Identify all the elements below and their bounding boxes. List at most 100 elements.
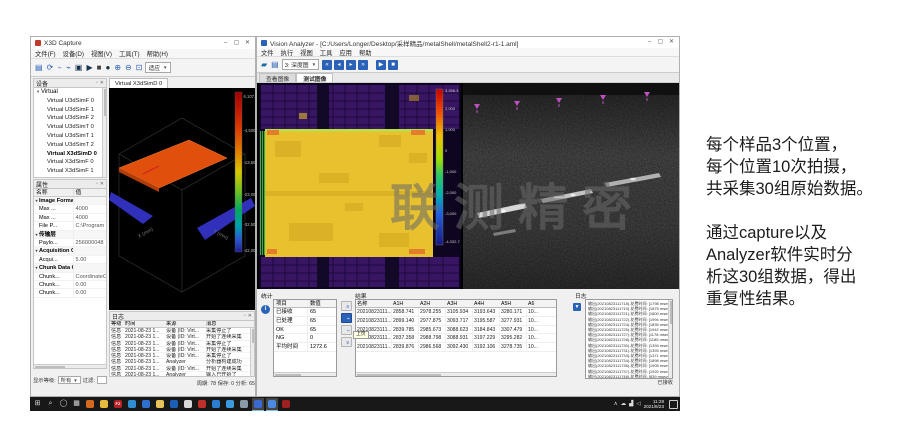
browser-blue[interactable] — [210, 398, 222, 411]
menu-item[interactable]: 视图 — [300, 48, 313, 57]
result-row[interactable]: 20210823111... 2839.785 2985.673 3088.62… — [356, 326, 556, 335]
menu-item[interactable]: 文件 — [261, 48, 274, 57]
last-page-button[interactable]: » — [341, 337, 352, 347]
viewport-tab[interactable]: Virtual X3dSimD 0 — [109, 78, 168, 88]
log-row[interactable]: 信息 2021-08-23 1... Analyzer 输入已开始了 — [110, 372, 254, 377]
log-scrollbar[interactable] — [250, 328, 254, 376]
result-row[interactable]: 20210823111... 2837.358 2988.798 3088.93… — [356, 334, 556, 343]
stats-scrollbar[interactable] — [274, 372, 336, 376]
device-tree-item[interactable]: Virtual X3dSimF 1 — [34, 167, 106, 176]
minimize-button[interactable]: – — [220, 38, 231, 49]
log-filter-icon[interactable]: ▼ — [573, 303, 581, 311]
Acquisition Control[interactable]: ▾ Acquisition Control — [34, 247, 106, 255]
page-up-button[interactable]: ‹ — [341, 313, 352, 323]
zoom-mode-dropdown[interactable]: 适应 ▼ — [145, 62, 170, 73]
next-frame-button[interactable]: ▸ — [346, 60, 356, 70]
tree-expand-icon[interactable]: ▾ — [37, 89, 39, 94]
results-scrollbar[interactable] — [356, 372, 556, 376]
task-view-button[interactable]: ▦ — [71, 398, 82, 410]
device-tree-item[interactable]: Virtual X3dSimD 0 — [34, 150, 106, 159]
Image Format Control[interactable]: ▾ Image Format Control — [34, 197, 106, 205]
device-tree-root[interactable]: ▾ Virtual — [34, 88, 106, 97]
photos-app[interactable] — [140, 398, 152, 411]
app-gray[interactable] — [238, 398, 250, 411]
result-row[interactable]: 20210823111... 2839.876 2986.568 3092.43… — [356, 343, 556, 352]
Paylo...[interactable]: ▾ Paylo... 256000048 — [34, 239, 106, 247]
device-tree-item[interactable]: Virtual U3dSimF 1 — [34, 106, 106, 115]
network-icon[interactable]: ▟ — [629, 398, 633, 410]
onedrive-icon[interactable]: ☁ — [621, 398, 627, 410]
outlook-app[interactable] — [168, 398, 180, 411]
app-dark-red[interactable] — [280, 398, 292, 411]
depth-heatmap-image[interactable]: 3,266.3 2,000 1,000 0 -1,000 -2,000 -3,0… — [259, 83, 461, 289]
volume-icon[interactable]: ◁ — [636, 398, 640, 410]
menu-item[interactable]: 设备(D) — [63, 49, 84, 58]
save-icon[interactable]: ▤ — [35, 63, 43, 72]
Max ...[interactable]: ▾ Max ... 4000 — [34, 205, 106, 213]
last-frame-button[interactable]: » — [358, 60, 368, 70]
device-tree-item[interactable]: Virtual X3dSimF 0 — [34, 158, 106, 167]
Acqui...[interactable]: ▾ Acqui... 5.00 — [34, 256, 106, 264]
action-center-icon[interactable] — [669, 400, 678, 409]
analyzer-titlebar[interactable]: Vision Analyzer - [C:/Users/Longer/Deskt… — [257, 37, 679, 48]
File P...[interactable]: ▾ File P... C:\Program Fil... — [34, 222, 106, 230]
zoom-fit-icon[interactable]: ⊡ — [136, 63, 143, 72]
Chunk Data Control[interactable]: ▾ Chunk Data Control — [34, 264, 106, 272]
device-tree-item[interactable]: Virtual U3dSimF 2 — [34, 114, 106, 123]
device-tree-item[interactable]: Virtual U3dSimT 2 — [34, 141, 106, 150]
panel-float-icon[interactable]: ▫ — [96, 181, 98, 187]
Chunk...[interactable]: ▾ Chunk... 0.00 — [34, 289, 106, 297]
x3d-capture-task[interactable] — [252, 398, 264, 411]
app-orange[interactable] — [84, 398, 96, 411]
menu-item[interactable]: 工具(T) — [119, 49, 140, 58]
record-icon[interactable]: ● — [105, 63, 110, 72]
analyzer-log-line[interactable]: 输出(20210823111728)-花费时间: [1185 msecs] — [588, 337, 668, 342]
vision-analyzer-task[interactable] — [266, 398, 278, 411]
panel-float-icon[interactable]: ▫ — [244, 313, 246, 319]
tab-test-image[interactable]: 测试图像 — [296, 73, 333, 82]
tree-scrollbar[interactable] — [102, 88, 106, 177]
disconnect-icon[interactable]: ⌁ — [66, 63, 71, 72]
properties-scrollbar[interactable] — [34, 364, 106, 368]
result-row[interactable]: 20210823111... 2899.140 2977.875 3093.71… — [356, 317, 556, 326]
analyzer-log-line[interactable]: 输出(20210823111748)-花费时间: [839 msecs] — [588, 374, 668, 379]
minimize-button[interactable]: – — [644, 37, 655, 48]
maximize-button[interactable]: ▢ — [231, 38, 242, 49]
panel-close-icon[interactable]: ✕ — [100, 181, 104, 187]
menu-item[interactable]: 执行 — [281, 48, 294, 57]
analyzer-log-line[interactable]: 输出(20210823111721)-花费时间: [1800 msecs] — [588, 311, 668, 316]
zoom-out-icon[interactable]: ⊖ — [125, 63, 132, 72]
Max ...[interactable]: ▾ Max ... 4000 — [34, 214, 106, 222]
device-tree-item[interactable]: Virtual U3dSimT 0 — [34, 123, 106, 132]
page-down-button[interactable]: › — [341, 325, 352, 335]
start-button[interactable]: ⊞ — [32, 398, 43, 410]
menu-item[interactable]: 文件(F) — [35, 49, 56, 58]
menu-item[interactable]: 应用 — [339, 48, 352, 57]
first-page-button[interactable]: « — [341, 301, 352, 311]
camera-icon[interactable]: ▣ — [75, 63, 83, 72]
传输层[interactable]: ▾ 传输层 — [34, 231, 106, 239]
stats-row[interactable]: 已处理 65 — [274, 317, 336, 326]
analyzer-log-scrollbar[interactable] — [668, 300, 672, 378]
refresh-icon[interactable]: ⟳ — [47, 63, 54, 72]
open-folder-icon[interactable]: ▰ — [261, 60, 267, 69]
browser-blue-2[interactable] — [224, 398, 236, 411]
run-button[interactable]: ▶ — [376, 60, 386, 70]
capture-titlebar[interactable]: X3D Capture – ▢ ✕ — [31, 37, 255, 49]
edge-browser[interactable] — [126, 398, 138, 411]
app-red[interactable] — [196, 398, 208, 411]
menu-item[interactable]: 视图(V) — [91, 49, 112, 58]
cortana-button[interactable]: ◯ — [58, 398, 69, 410]
filter-input[interactable] — [97, 376, 107, 384]
stats-row[interactable]: NG 0 — [274, 334, 336, 343]
panel-float-icon[interactable]: ▫ — [96, 80, 98, 86]
panel-close-icon[interactable]: ✕ — [100, 80, 104, 86]
app-yellow[interactable] — [98, 398, 110, 411]
result-row[interactable]: 20210823111... 2858.741 2978.255 3105.93… — [356, 308, 556, 317]
maximize-button[interactable]: ▢ — [655, 37, 666, 48]
video-icon[interactable]: ▶ — [86, 63, 92, 72]
image-mode-dropdown[interactable]: 3: 深度图 ▼ — [282, 59, 319, 70]
zoom-in-icon[interactable]: ⊕ — [114, 63, 121, 72]
stats-row[interactable]: OK 65 — [274, 326, 336, 335]
Chunk...[interactable]: ▾ Chunk... CoordinateC — [34, 273, 106, 281]
